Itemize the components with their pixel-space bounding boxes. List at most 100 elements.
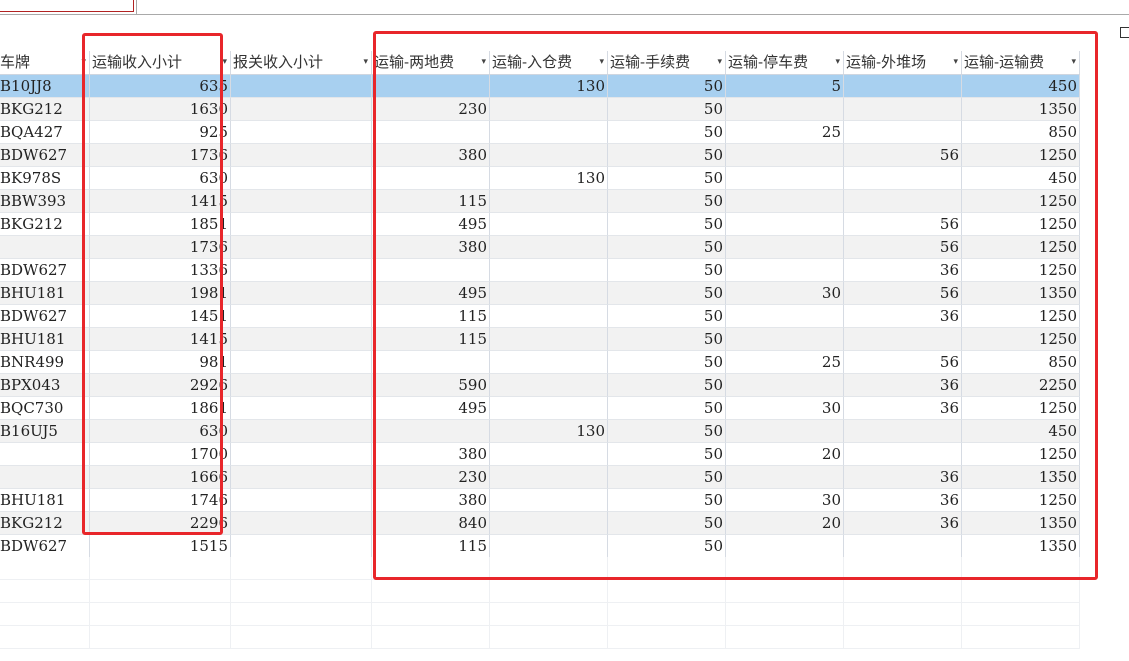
table-row[interactable]: BNR499 981 50 25 56 850 (0, 351, 1080, 374)
table-cell[interactable]: 20 (726, 443, 844, 466)
empty-cell[interactable] (90, 626, 231, 649)
column-header-4[interactable]: 运输-入仓费 ▾ (490, 51, 608, 74)
filter-dropdown-icon[interactable]: ▾ (481, 51, 486, 74)
table-cell[interactable]: 230 (372, 98, 490, 121)
table-cell[interactable]: 635 (90, 75, 231, 98)
table-cell[interactable]: 50 (608, 144, 726, 167)
table-cell[interactable]: 1250 (962, 397, 1080, 420)
table-cell[interactable] (490, 121, 608, 144)
column-header-3[interactable]: 运输-两地费 ▾ (372, 51, 490, 74)
table-cell[interactable] (231, 328, 372, 351)
empty-cell[interactable] (726, 603, 844, 626)
table-cell[interactable] (490, 98, 608, 121)
table-cell[interactable] (490, 397, 608, 420)
table-cell[interactable]: BKG212 (0, 512, 90, 535)
table-cell[interactable]: 50 (608, 489, 726, 512)
table-row[interactable]: 1700 380 50 20 1250 (0, 443, 1080, 466)
table-cell[interactable]: 56 (844, 144, 962, 167)
empty-cell[interactable] (231, 580, 372, 603)
table-cell[interactable]: 30 (726, 489, 844, 512)
empty-cell[interactable] (608, 626, 726, 649)
table-cell[interactable] (231, 75, 372, 98)
empty-cell[interactable] (844, 626, 962, 649)
table-cell[interactable] (844, 167, 962, 190)
table-cell[interactable]: 1700 (90, 443, 231, 466)
table-cell[interactable]: 1250 (962, 489, 1080, 512)
table-cell[interactable]: 50 (608, 397, 726, 420)
table-row[interactable]: BHU181 1746 380 50 30 36 1250 (0, 489, 1080, 512)
table-cell[interactable]: BPX043 (0, 374, 90, 397)
table-cell[interactable]: 50 (608, 512, 726, 535)
table-cell[interactable]: BK978S (0, 167, 90, 190)
table-cell[interactable]: 115 (372, 190, 490, 213)
table-cell[interactable] (372, 167, 490, 190)
table-cell[interactable]: 50 (608, 236, 726, 259)
table-cell[interactable]: 450 (962, 167, 1080, 190)
table-cell[interactable]: 1451 (90, 305, 231, 328)
table-cell[interactable] (231, 282, 372, 305)
table-row[interactable]: BQA427 925 50 25 850 (0, 121, 1080, 144)
table-cell[interactable]: 50 (608, 121, 726, 144)
table-cell[interactable]: 1736 (90, 236, 231, 259)
table-cell[interactable] (844, 328, 962, 351)
empty-cell[interactable] (608, 580, 726, 603)
empty-cell[interactable] (231, 626, 372, 649)
table-cell[interactable] (231, 535, 372, 558)
filter-dropdown-icon[interactable]: ▾ (1071, 51, 1076, 74)
table-cell[interactable] (726, 374, 844, 397)
table-cell[interactable] (231, 489, 372, 512)
table-row[interactable]: BKG212 1851 495 50 56 1250 (0, 213, 1080, 236)
table-cell[interactable] (490, 328, 608, 351)
table-cell[interactable]: B16UJ5 (0, 420, 90, 443)
table-cell[interactable]: 450 (962, 75, 1080, 98)
table-cell[interactable] (726, 167, 844, 190)
table-cell[interactable] (490, 466, 608, 489)
table-cell[interactable] (490, 213, 608, 236)
table-cell[interactable]: 495 (372, 213, 490, 236)
table-cell[interactable]: 2926 (90, 374, 231, 397)
table-cell[interactable]: 1851 (90, 213, 231, 236)
empty-cell[interactable] (726, 557, 844, 580)
table-cell[interactable]: 450 (962, 420, 1080, 443)
column-header-2[interactable]: 报关收入小计 ▾ (231, 51, 372, 74)
table-cell[interactable] (844, 75, 962, 98)
table-cell[interactable]: BKG212 (0, 98, 90, 121)
filter-dropdown-icon[interactable]: ▾ (363, 51, 368, 74)
table-cell[interactable] (726, 213, 844, 236)
empty-cell[interactable] (962, 580, 1080, 603)
empty-cell[interactable] (90, 580, 231, 603)
empty-cell[interactable] (490, 580, 608, 603)
empty-cell[interactable] (0, 557, 90, 580)
table-cell[interactable]: 50 (608, 420, 726, 443)
table-cell[interactable]: 495 (372, 282, 490, 305)
table-row[interactable]: 1736 380 50 56 1250 (0, 236, 1080, 259)
table-cell[interactable]: 36 (844, 512, 962, 535)
table-cell[interactable]: 850 (962, 351, 1080, 374)
table-cell[interactable]: BHU181 (0, 489, 90, 512)
empty-cell[interactable] (0, 580, 90, 603)
table-cell[interactable] (490, 236, 608, 259)
table-cell[interactable] (844, 190, 962, 213)
table-cell[interactable] (844, 535, 962, 558)
table-cell[interactable]: 56 (844, 213, 962, 236)
table-cell[interactable]: 981 (90, 351, 231, 374)
empty-row[interactable] (0, 580, 1080, 603)
table-cell[interactable] (372, 259, 490, 282)
table-cell[interactable]: 1861 (90, 397, 231, 420)
table-cell[interactable] (231, 213, 372, 236)
table-cell[interactable] (726, 259, 844, 282)
empty-cell[interactable] (844, 603, 962, 626)
filter-dropdown-icon[interactable]: ▾ (953, 51, 958, 74)
table-cell[interactable]: BDW627 (0, 259, 90, 282)
document-tab[interactable] (0, 0, 134, 12)
empty-cell[interactable] (490, 626, 608, 649)
table-cell[interactable]: 36 (844, 374, 962, 397)
table-cell[interactable]: 50 (608, 351, 726, 374)
table-cell[interactable] (231, 351, 372, 374)
table-cell[interactable] (726, 535, 844, 558)
table-cell[interactable]: 1630 (90, 98, 231, 121)
table-cell[interactable] (844, 443, 962, 466)
table-cell[interactable] (726, 328, 844, 351)
table-cell[interactable]: BKG212 (0, 213, 90, 236)
table-cell[interactable] (726, 144, 844, 167)
